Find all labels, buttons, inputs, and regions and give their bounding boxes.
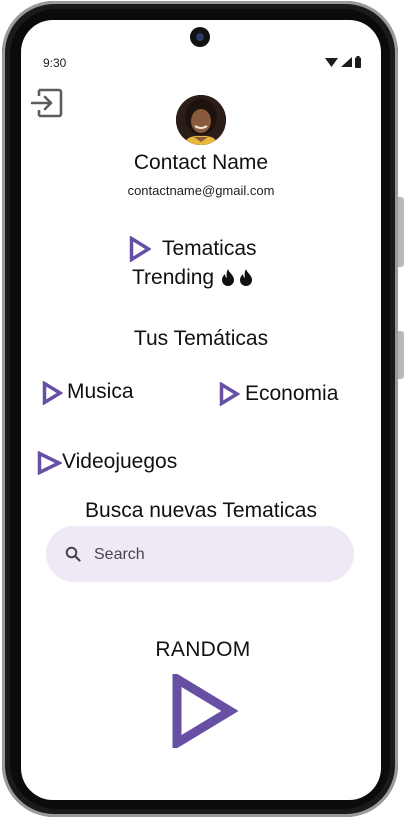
play-triangle-icon[interactable] <box>37 451 62 475</box>
trending-title[interactable]: Tematicas <box>162 237 257 261</box>
play-triangle-icon[interactable] <box>129 236 151 262</box>
status-icons <box>325 56 361 68</box>
trending-subtitle: Trending <box>132 266 215 289</box>
random-play-icon[interactable] <box>172 674 238 748</box>
power-button <box>398 197 404 267</box>
random-label: RANDOM <box>155 638 251 661</box>
front-camera <box>190 27 210 47</box>
battery-icon <box>355 56 361 68</box>
avatar[interactable] <box>176 95 226 145</box>
trending-line: Trending <box>132 266 253 290</box>
my-topics-title: Tus Temáticas <box>133 327 269 350</box>
logout-icon[interactable] <box>31 88 63 118</box>
signal-icon <box>341 57 352 67</box>
flame-icon <box>240 269 253 286</box>
status-time: 9:30 <box>43 56 67 70</box>
search-icon[interactable] <box>65 546 81 562</box>
wifi-icon <box>325 58 338 67</box>
search-bar[interactable] <box>46 526 354 584</box>
play-triangle-icon[interactable] <box>219 382 240 406</box>
discover-title: Busca nuevas Tematicas <box>85 499 317 522</box>
topic-musica[interactable]: Musica <box>67 380 134 404</box>
contact-email: contactname@gmail.com <box>127 183 275 198</box>
screen: 9:30 Contact Name contactname@gmail.com … <box>21 20 381 800</box>
search-input[interactable] <box>92 526 336 584</box>
volume-button <box>398 331 404 379</box>
contact-name: Contact Name <box>133 151 269 174</box>
flame-icon <box>222 269 235 286</box>
topic-videojuegos[interactable]: Videojuegos <box>62 450 177 474</box>
topic-economia[interactable]: Economia <box>245 382 338 406</box>
play-triangle-icon[interactable] <box>42 381 63 405</box>
